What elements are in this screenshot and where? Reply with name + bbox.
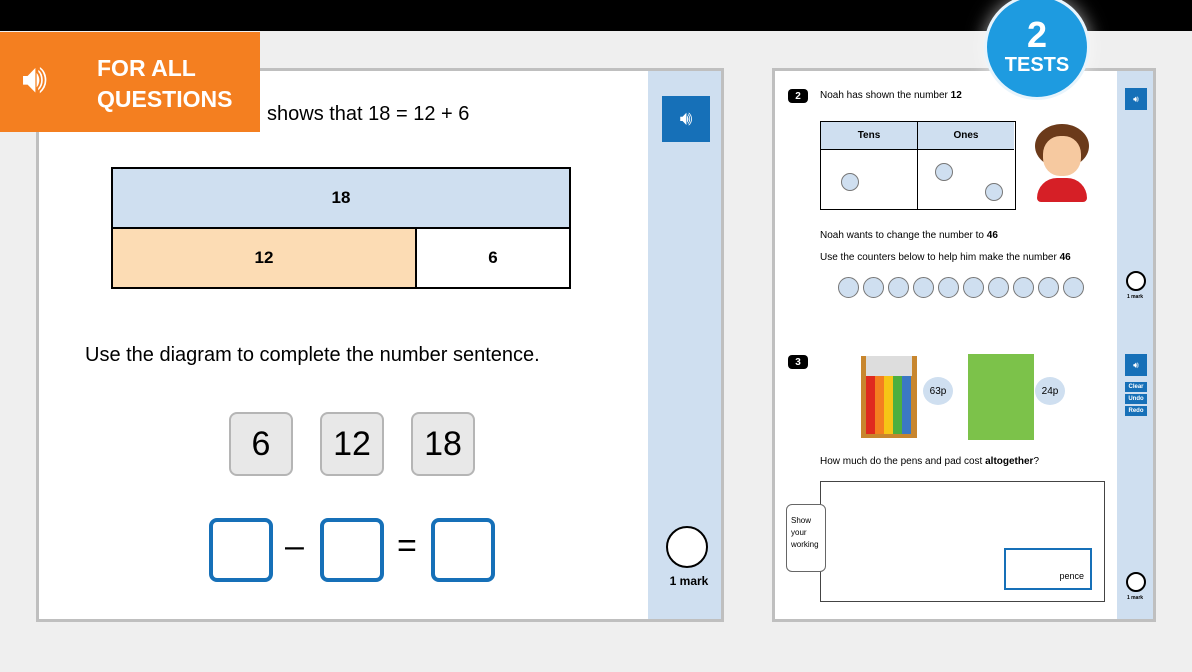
counter [985, 183, 1003, 201]
answer-box-2[interactable] [320, 518, 384, 582]
price-tag-pad: 24p [1035, 377, 1065, 405]
audio-banner[interactable]: 🔊︎ FOR ALL QUESTIONS [0, 32, 260, 132]
draggable-counter[interactable] [913, 277, 934, 298]
mark-circle[interactable] [1126, 572, 1146, 592]
instruction: Use the diagram to complete the number s… [85, 344, 540, 366]
badge-number: 2 [1026, 14, 1048, 55]
notepad-image [968, 354, 1034, 440]
mark-label: 1 mark [1126, 595, 1144, 601]
noah-illustration [1033, 124, 1091, 204]
place-value-table: Tens Ones [820, 121, 1016, 210]
equals-sign: = [397, 527, 417, 565]
number-tile[interactable]: 18 [411, 412, 475, 476]
bar-whole: 18 [111, 167, 571, 229]
redo-button[interactable]: Redo [1125, 406, 1147, 416]
q3-text: How much do the pens and pad cost altoge… [820, 456, 1040, 467]
speaker-icon: 🔊︎ [22, 57, 48, 101]
q2-text: Noah has shown the number 12 [820, 90, 962, 101]
counter [841, 173, 859, 191]
audio-button[interactable]: 🔊︎ [662, 96, 710, 142]
mark-label: 1 mark [1126, 294, 1144, 300]
draggable-counter[interactable] [988, 277, 1009, 298]
banner-line-1: FOR ALL [97, 55, 196, 81]
answer-box[interactable]: pence [1004, 548, 1092, 590]
question-number: 2 [788, 89, 808, 103]
clear-button[interactable]: Clear [1125, 382, 1147, 392]
undo-button[interactable]: Undo [1125, 394, 1147, 404]
number-tile[interactable]: 12 [320, 412, 384, 476]
show-working-label: Show your working [786, 504, 826, 572]
bar-part-2: 6 [415, 227, 571, 289]
answer-box-3[interactable] [431, 518, 495, 582]
draggable-counter[interactable] [1063, 277, 1084, 298]
header-tens: Tens [821, 122, 918, 150]
counter-tray [838, 277, 1084, 298]
draggable-counter[interactable] [1013, 277, 1034, 298]
number-tile[interactable]: 6 [229, 412, 293, 476]
speaker-icon: 🔊︎ [679, 107, 693, 130]
minus-sign: – [285, 527, 304, 565]
banner-line-2: QUESTIONS [97, 86, 233, 112]
draggable-counter[interactable] [888, 277, 909, 298]
speaker-icon: 🔊︎ [1133, 93, 1139, 104]
question-panel-left: 🔊︎ 1 mark shows that 18 = 12 + 6 18 12 6… [36, 68, 724, 622]
speaker-icon: 🔊︎ [1133, 359, 1139, 370]
q2-line2: Noah wants to change the number to 46 [820, 230, 998, 241]
side-toolbar [1117, 71, 1153, 619]
audio-button[interactable]: 🔊︎ [1125, 88, 1147, 110]
header-ones: Ones [918, 122, 1014, 150]
q2-line3: Use the counters below to help him make … [820, 252, 1071, 263]
question-number: 3 [788, 355, 808, 369]
draggable-counter[interactable] [838, 277, 859, 298]
answer-box-1[interactable] [209, 518, 273, 582]
mark-circle[interactable] [1126, 271, 1146, 291]
draggable-counter[interactable] [863, 277, 884, 298]
mark-circle[interactable] [666, 526, 708, 568]
draggable-counter[interactable] [938, 277, 959, 298]
counter [935, 163, 953, 181]
unit-label: pence [1059, 571, 1084, 581]
price-tag-pens: 63p [923, 377, 953, 405]
bar-part-1: 12 [111, 227, 417, 289]
statement: shows that 18 = 12 + 6 [267, 103, 470, 125]
draggable-counter[interactable] [1038, 277, 1059, 298]
mark-label: 1 mark [669, 574, 709, 588]
question-panel-right: 🔊︎ 1 mark 🔊︎ Clear Undo Redo 1 mark 2 No… [772, 68, 1156, 622]
draggable-counter[interactable] [963, 277, 984, 298]
audio-button[interactable]: 🔊︎ [1125, 354, 1147, 376]
pens-image [861, 356, 917, 438]
badge-label: TESTS [1004, 54, 1070, 76]
